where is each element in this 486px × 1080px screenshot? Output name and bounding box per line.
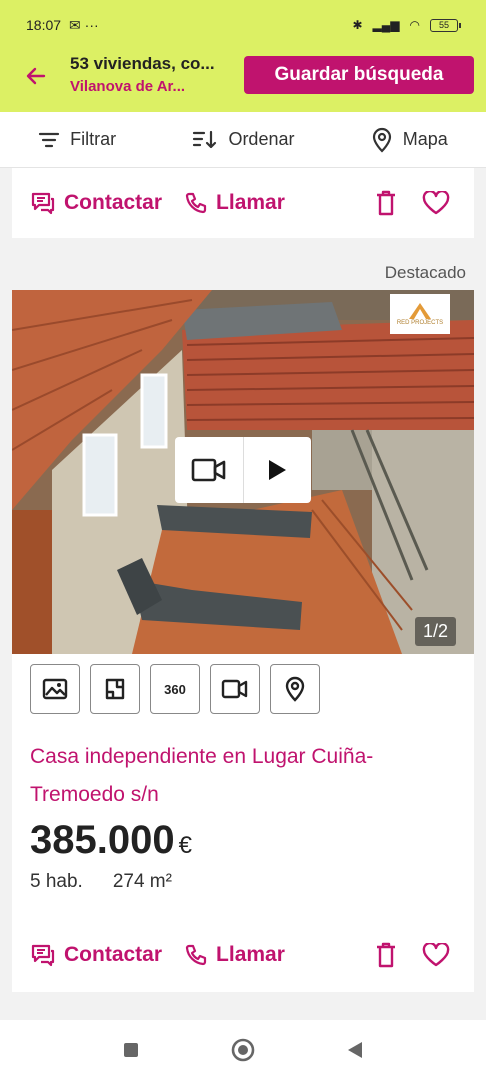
currency: € xyxy=(178,832,192,859)
call-button[interactable]: Llamar xyxy=(184,943,285,967)
previous-listing-card: Contactar Llamar xyxy=(12,168,474,238)
contact-label: Contactar xyxy=(64,191,163,214)
area: 274 m² xyxy=(112,871,172,892)
photos-tab[interactable] xyxy=(30,664,80,714)
search-title: 53 viviendas, co... xyxy=(70,54,215,73)
video-button[interactable] xyxy=(175,437,243,503)
triangle-back-icon xyxy=(348,1042,362,1058)
video-camera-icon xyxy=(191,458,226,482)
status-notifications: ✉ ··· xyxy=(69,16,99,33)
location-pin-icon xyxy=(372,127,391,153)
bluetooth-icon: ✱ xyxy=(352,18,363,32)
listing-title[interactable]: Casa independiente en Lugar Cuiña-Tremoe… xyxy=(12,724,412,814)
filter-bar: Filtrar Ordenar Mapa xyxy=(0,112,486,168)
save-search-button[interactable]: Guardar búsqueda xyxy=(244,56,474,94)
map-tab[interactable] xyxy=(270,664,320,714)
filter-button[interactable]: Filtrar xyxy=(38,129,116,150)
video-tab[interactable] xyxy=(210,664,260,714)
location-pin-icon xyxy=(285,676,305,702)
square-icon xyxy=(124,1043,138,1057)
favorite-button[interactable] xyxy=(416,935,456,975)
image-icon xyxy=(42,678,68,700)
signal-icon: ▂▄▆ xyxy=(372,18,400,32)
listing-photo[interactable]: RED PROJECTS 1/2 xyxy=(12,290,474,654)
trash-icon xyxy=(377,190,395,216)
call-label: Llamar xyxy=(216,943,285,966)
agency-logo-text: RED PROJECTS xyxy=(396,320,444,326)
contact-label: Contactar xyxy=(64,943,163,966)
agency-logo: RED PROJECTS xyxy=(390,294,450,334)
search-location: Vilanova de Ar... xyxy=(70,78,186,95)
agency-logo-mark xyxy=(409,303,431,319)
play-button[interactable] xyxy=(244,437,312,503)
heart-icon xyxy=(422,943,450,967)
tour-360-tab[interactable]: 360 xyxy=(150,664,200,714)
sort-icon xyxy=(193,130,217,148)
circle-icon xyxy=(231,1038,255,1062)
chat-icon xyxy=(31,944,55,967)
top-bar: 53 viviendas, co... Vilanova de Ar... Gu… xyxy=(0,50,486,112)
video-camera-icon xyxy=(221,679,248,699)
system-nav-bar xyxy=(0,1020,486,1080)
previous-card-actions: Contactar Llamar xyxy=(12,168,474,238)
floor-plan-icon xyxy=(105,678,125,700)
phone-icon xyxy=(185,944,207,966)
listing-card[interactable]: RED PROJECTS 1/2 360 Casa independiente … xyxy=(12,290,474,992)
trash-icon xyxy=(377,942,395,968)
filter-label: Filtrar xyxy=(70,129,117,149)
map-button[interactable]: Mapa xyxy=(371,127,448,153)
featured-label: Destacado xyxy=(384,263,466,282)
media-controls xyxy=(175,437,311,503)
sort-label: Ordenar xyxy=(228,129,295,149)
price: 385.000 xyxy=(30,818,175,862)
battery-icon: 55 xyxy=(430,18,461,32)
search-title-block[interactable]: 53 viviendas, co... Vilanova de Ar... xyxy=(70,52,250,98)
discard-button[interactable] xyxy=(366,183,406,223)
recents-button[interactable] xyxy=(116,1035,146,1065)
filter-lines-icon xyxy=(39,132,60,147)
wifi-icon: ◠ xyxy=(409,18,420,32)
price-row: 385.000 € xyxy=(12,814,474,863)
listing-actions: Contactar Llamar xyxy=(12,920,474,990)
photo-counter: 1/2 xyxy=(414,617,456,646)
home-button[interactable] xyxy=(228,1035,258,1065)
chat-icon xyxy=(31,192,55,215)
sort-button[interactable]: Ordenar xyxy=(192,129,294,150)
contact-button[interactable]: Contactar xyxy=(30,943,162,967)
heart-icon xyxy=(422,191,450,215)
app-header: 18:07 ✉ ··· ✱ ▂▄▆ ◠ 55 53 viviendas, co.… xyxy=(0,0,486,112)
call-button[interactable]: Llamar xyxy=(184,191,285,215)
status-time: 18:07 xyxy=(26,17,62,33)
contact-button[interactable]: Contactar xyxy=(30,191,162,215)
media-tabs: 360 xyxy=(12,654,474,724)
discard-button[interactable] xyxy=(366,935,406,975)
map-label: Mapa xyxy=(402,129,448,149)
rooms: 5 hab. xyxy=(30,871,83,892)
play-icon xyxy=(269,460,287,480)
back-nav-button[interactable] xyxy=(340,1035,370,1065)
status-bar: 18:07 ✉ ··· ✱ ▂▄▆ ◠ 55 xyxy=(0,0,486,50)
favorite-button[interactable] xyxy=(416,183,456,223)
floor-plan-tab[interactable] xyxy=(90,664,140,714)
arrow-left-icon xyxy=(26,67,46,85)
back-button[interactable] xyxy=(20,60,52,92)
call-label: Llamar xyxy=(216,191,285,214)
listing-details: 5 hab. 274 m² xyxy=(12,863,474,893)
phone-icon xyxy=(185,192,207,214)
